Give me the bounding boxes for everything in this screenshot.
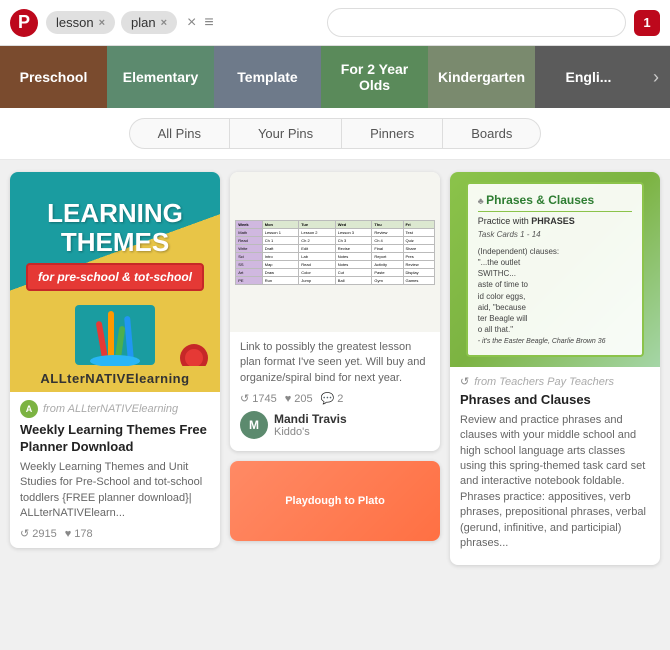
repin-count: ↺ 2915	[20, 527, 57, 540]
pin-phrases-meta: ↺ from Teachers Pay Teachers Phrases and…	[450, 367, 660, 565]
category-chevron-right[interactable]: ›	[642, 46, 670, 108]
cat-template[interactable]: Template	[214, 46, 321, 108]
pin-playdough[interactable]: Playdough to Plato	[230, 461, 440, 541]
pins-col-3: ♣ Phrases & Clauses Practice with PHRASE…	[450, 172, 660, 565]
learning-themes-subtitle: for pre-school & tot-school	[38, 270, 192, 284]
search-clear-button[interactable]: ×	[187, 14, 196, 32]
search-input[interactable]	[327, 8, 626, 37]
pin-planner-image: WeekMonTueWedThuFri MathLesson 1Lesson 2…	[230, 172, 440, 332]
pin-learning-themes-image: LEARNING THEMES for pre-school & tot-sch…	[10, 172, 220, 392]
pin-phrases[interactable]: ♣ Phrases & Clauses Practice with PHRASE…	[450, 172, 660, 565]
pins-grid: LEARNING THEMES for pre-school & tot-sch…	[0, 160, 670, 577]
pinner-details: Mandi Travis Kiddo's	[274, 412, 347, 438]
pinner-board: Kiddo's	[274, 426, 347, 438]
cat-preschool[interactable]: Preschool	[0, 46, 107, 108]
notification-button[interactable]: 1	[634, 10, 660, 36]
pins-col-1: LEARNING THEMES for pre-school & tot-sch…	[10, 172, 220, 548]
pin-lesson-plan-stats: ↺ 1745 ♥ 205 💬 2	[240, 392, 430, 405]
pin-phrases-title: Phrases and Clauses	[460, 392, 650, 409]
repin-icon: ↺	[460, 375, 469, 388]
filter-tabs: All Pins Your Pins Pinners Boards	[0, 108, 670, 160]
pin-learning-themes[interactable]: LEARNING THEMES for pre-school & tot-sch…	[10, 172, 220, 548]
pin-phrases-source: ↺ from Teachers Pay Teachers	[460, 375, 650, 388]
learning-themes-title: LEARNING THEMES	[26, 199, 204, 256]
header: P lesson × plan × × ≡ 1	[0, 0, 670, 46]
pin-lesson-plan[interactable]: WeekMonTueWedThuFri MathLesson 1Lesson 2…	[230, 172, 440, 451]
learning-themes-subtitle-box: for pre-school & tot-school	[26, 263, 204, 291]
tab-boards[interactable]: Boards	[442, 118, 541, 149]
pin-learning-themes-source: A from ALLterNATIVElearning	[20, 400, 210, 418]
pin-learning-themes-meta: A from ALLterNATIVElearning Weekly Learn…	[10, 392, 220, 548]
pin-playdough-image: Playdough to Plato	[230, 461, 440, 541]
search-tags-area: lesson × plan × × ≡	[46, 11, 319, 34]
cat-elementary[interactable]: Elementary	[107, 46, 214, 108]
search-menu-button[interactable]: ≡	[204, 14, 213, 32]
learning-themes-brand-bar: ALLterNATIVElearning	[10, 366, 220, 392]
pinner-avatar: M	[240, 411, 268, 439]
playdough-text: Playdough to Plato	[279, 489, 391, 513]
pin-lesson-plan-desc: Link to possibly the greatest lesson pla…	[240, 340, 430, 386]
tab-allpins[interactable]: All Pins	[129, 118, 229, 149]
pin-lesson-plan-meta: Link to possibly the greatest lesson pla…	[230, 332, 440, 451]
pin-phrases-image: ♣ Phrases & Clauses Practice with PHRASE…	[450, 172, 660, 367]
pin-learning-themes-title: Weekly Learning Themes Free Planner Down…	[20, 422, 210, 456]
pin-learning-themes-desc: Weekly Learning Themes and Unit Studies …	[20, 460, 210, 522]
like-count: ♥ 178	[65, 528, 93, 540]
pin-learning-themes-stats: ↺ 2915 ♥ 178	[20, 527, 210, 540]
pin-phrases-desc: Review and practice phrases and clauses …	[460, 413, 650, 552]
repin-count: ↺ 1745	[240, 392, 277, 405]
cat-english[interactable]: Engli...	[535, 46, 642, 108]
cat-kindergarten[interactable]: Kindergarten	[428, 46, 535, 108]
pinterest-logo[interactable]: P	[10, 9, 38, 37]
tag-lesson-close[interactable]: ×	[99, 17, 105, 29]
tag-lesson[interactable]: lesson ×	[46, 11, 115, 34]
pinner-info: M Mandi Travis Kiddo's	[240, 411, 430, 439]
pins-col-2: WeekMonTueWedThuFri MathLesson 1Lesson 2…	[230, 172, 440, 541]
category-bar: Preschool Elementary Template For 2 Year…	[0, 46, 670, 108]
pinner-name: Mandi Travis	[274, 412, 347, 426]
planner-table: WeekMonTueWedThuFri MathLesson 1Lesson 2…	[235, 220, 435, 285]
comment-count: 💬 2	[321, 392, 344, 405]
tag-plan[interactable]: plan ×	[121, 11, 177, 34]
cat-for2year[interactable]: For 2 Year Olds	[321, 46, 428, 108]
tab-yourpins[interactable]: Your Pins	[229, 118, 341, 149]
tag-plan-close[interactable]: ×	[161, 17, 167, 29]
tab-pinners[interactable]: Pinners	[341, 118, 442, 149]
like-count: ♥ 205	[285, 393, 313, 405]
source-avatar: A	[20, 400, 38, 418]
